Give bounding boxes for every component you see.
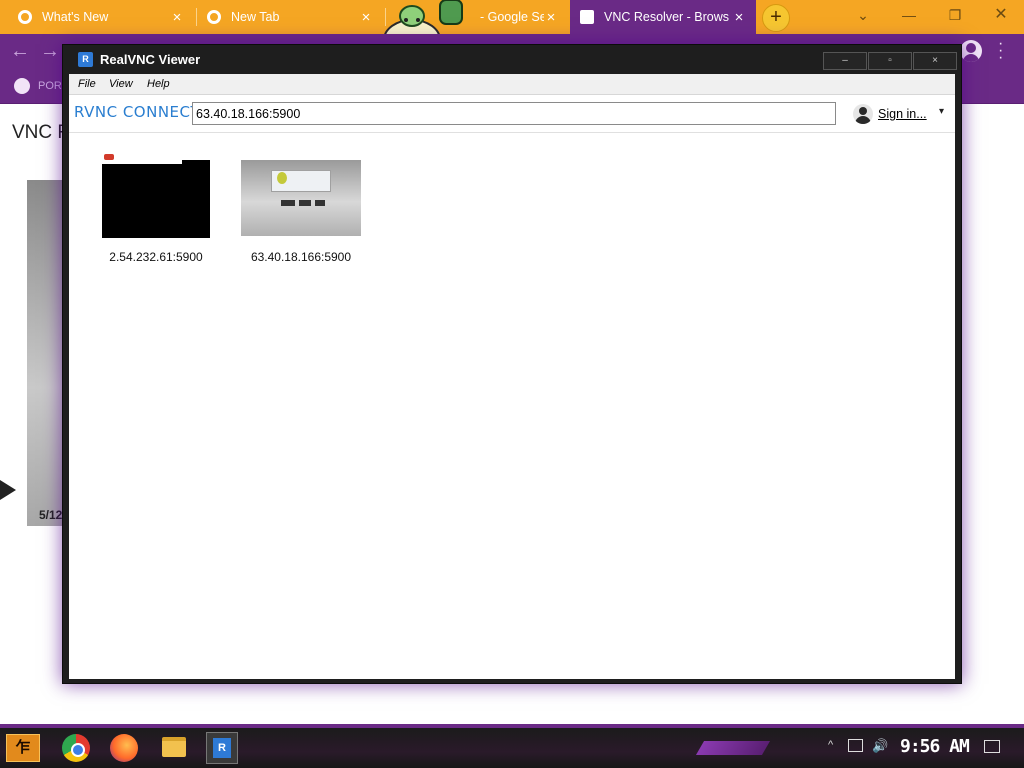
menu-view[interactable]: View xyxy=(109,78,133,90)
tab-search-dropdown-icon[interactable]: ⌄ xyxy=(840,0,886,32)
start-button[interactable]: 乍 xyxy=(6,734,40,762)
bookmark-item[interactable]: POR xyxy=(38,80,62,92)
sign-in-label: Sign in... xyxy=(878,107,927,121)
taskbar-decoration xyxy=(695,741,771,755)
connection-tile[interactable]: 63.40.18.166:5900 xyxy=(235,160,375,280)
connection-tile[interactable]: 2.54.232.61:5900 xyxy=(94,154,234,280)
thumbnail-logo-icon xyxy=(104,154,114,160)
image-counter: 5/12 xyxy=(39,508,63,522)
address-bar-row: RVNC CONNECT Sign in... ▾ xyxy=(69,95,955,133)
file-explorer-icon[interactable] xyxy=(162,737,186,757)
network-icon[interactable] xyxy=(848,739,863,752)
tab-title: What's New xyxy=(42,10,109,24)
chevron-down-icon[interactable]: ▾ xyxy=(939,106,944,117)
realvnc-icon[interactable] xyxy=(206,732,238,764)
browser-menu-icon[interactable]: · · · xyxy=(998,36,1004,66)
forward-arrow-icon[interactable]: → xyxy=(40,40,60,63)
window-title: RealVNC Viewer xyxy=(100,52,201,67)
tab-new-tab[interactable]: New Tab × xyxy=(197,0,383,34)
vnc-favicon-icon xyxy=(580,10,594,24)
connection-thumbnail xyxy=(102,154,210,238)
tab-close-icon[interactable]: × xyxy=(359,9,373,26)
browser-restore-button[interactable]: ❐ xyxy=(932,0,978,32)
tab-close-icon[interactable]: × xyxy=(170,9,184,26)
tab-vnc-resolver[interactable]: VNC Resolver - Brows × xyxy=(570,0,756,34)
back-arrow-icon[interactable]: ← xyxy=(10,40,30,63)
bookmark-favicon-icon xyxy=(14,78,30,94)
tab-title: - Google Se xyxy=(480,10,544,24)
vnc-address-input[interactable] xyxy=(192,102,836,125)
system-clock[interactable]: 9:56 AM xyxy=(900,736,970,757)
tab-title: VNC Resolver - Brows xyxy=(604,10,730,24)
menu-help[interactable]: Help xyxy=(147,78,170,90)
connection-thumbnail xyxy=(241,160,361,236)
tray-overflow-icon[interactable]: ^ xyxy=(828,739,833,751)
browser-minimize-button[interactable]: — xyxy=(886,0,932,32)
tab-title: New Tab xyxy=(231,10,280,24)
browser-close-button[interactable]: ✕ xyxy=(978,0,1024,32)
vnc-client-area: File View Help RVNC CONNECT Sign in... ▾… xyxy=(69,74,955,679)
mouse-cursor-icon xyxy=(0,480,16,500)
connection-label: 2.54.232.61:5900 xyxy=(109,250,203,264)
profile-avatar-icon[interactable] xyxy=(960,40,982,62)
connection-label: 63.40.18.166:5900 xyxy=(250,250,352,264)
tab-whats-new[interactable]: What's New × xyxy=(8,0,194,34)
vnc-maximize-button[interactable]: ▫ xyxy=(868,52,912,70)
browser-tab-strip: What's New × New Tab × - Google Se × VNC… xyxy=(0,0,1024,34)
menu-file[interactable]: File xyxy=(78,78,96,90)
firefox-icon[interactable] xyxy=(110,734,138,762)
tab-close-icon[interactable]: × xyxy=(544,9,558,26)
realvnc-viewer-window: R RealVNC Viewer – ▫ × File View Help RV… xyxy=(62,44,962,684)
thumbnail-bee-icon xyxy=(277,172,287,184)
menu-bar: File View Help xyxy=(69,74,955,95)
tab-close-icon[interactable]: × xyxy=(732,9,746,26)
vnc-titlebar[interactable]: R RealVNC Viewer – ▫ × xyxy=(63,45,961,74)
realvnc-app-icon: R xyxy=(78,52,93,67)
user-icon xyxy=(853,104,873,124)
vnc-close-button[interactable]: × xyxy=(913,52,957,70)
volume-icon[interactable]: 🔊 xyxy=(872,738,888,754)
new-tab-button[interactable]: + xyxy=(762,4,790,32)
windows-taskbar: 乍 ^ 🔊 9:56 AM xyxy=(0,728,1024,768)
chrome-favicon-icon xyxy=(207,10,221,24)
rvnc-connect-logo: RVNC CONNECT xyxy=(74,103,201,121)
chrome-favicon-icon xyxy=(18,10,32,24)
notification-center-icon[interactable] xyxy=(984,740,1000,753)
vnc-minimize-button[interactable]: – xyxy=(823,52,867,70)
chrome-icon[interactable] xyxy=(62,734,90,762)
